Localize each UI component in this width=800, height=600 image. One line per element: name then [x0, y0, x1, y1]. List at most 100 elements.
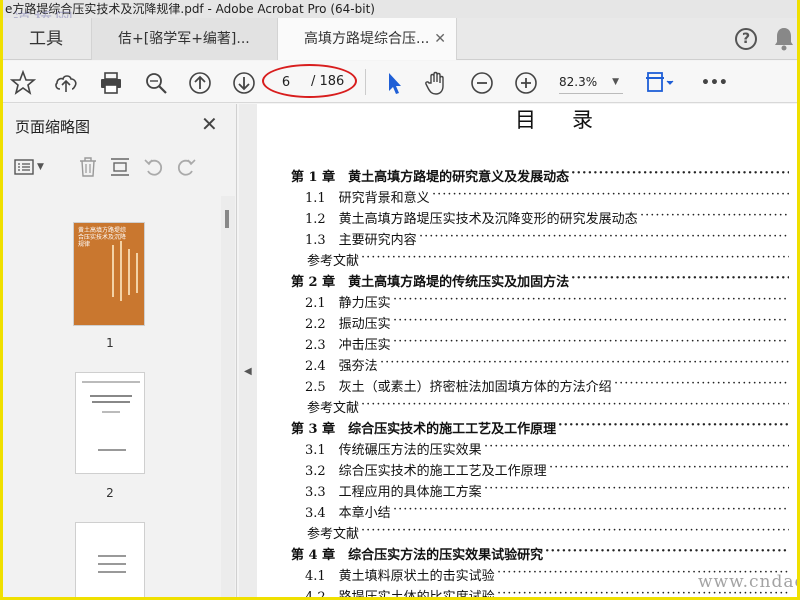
panel-collapse-handle[interactable]: ◀: [239, 104, 257, 597]
rotate-right-icon[interactable]: [175, 156, 197, 178]
dot-leader: ········································…: [380, 355, 789, 370]
tab-label: 佶+[骆学军+编著]...: [118, 31, 250, 47]
tab-tools[interactable]: 工具: [3, 18, 91, 60]
hand-tool-icon[interactable]: [423, 70, 449, 96]
toc-entry[interactable]: 2.1 静力压实 ································…: [257, 292, 797, 313]
help-icon[interactable]: ?: [735, 28, 757, 50]
close-icon[interactable]: ✕: [434, 18, 446, 60]
toc-entry[interactable]: 3.2 综合压实技术的施工工艺及工作原理 ····················…: [257, 460, 797, 481]
toc-label: 第 1 章 黄土高填方路堤的研究意义及发展动态: [291, 170, 570, 185]
toc-entry[interactable]: 1.1 研究背景和意义 ·····························…: [257, 187, 797, 208]
bell-icon[interactable]: [773, 26, 795, 52]
document-view[interactable]: 目录 第 1 章 黄土高填方路堤的研究意义及发展动态 ··············…: [257, 104, 797, 597]
page-thumbnail-2[interactable]: [75, 372, 145, 474]
text-line-placeholder: [98, 571, 126, 573]
select-cursor-icon[interactable]: [381, 70, 407, 96]
dot-leader: ········································…: [393, 292, 789, 307]
toc-entry[interactable]: 2.5 灰土（或素土）挤密桩法加固填方体的方法介绍 ···············…: [257, 376, 797, 397]
dot-leader: ································: [640, 208, 789, 223]
main-toolbar: / 186 82.3% ▼ •••: [3, 61, 797, 103]
scroll-thumb[interactable]: [225, 210, 229, 228]
toc-label: 3.2 综合压实技术的施工工艺及工作原理: [305, 464, 547, 479]
previous-page-icon[interactable]: [187, 70, 213, 96]
tab-bar: 工具 佶+[骆学军+编著]... 高填方路堤综合压... ✕ ?: [3, 18, 797, 60]
chevron-down-icon[interactable]: ▼: [37, 156, 59, 178]
tab-document-1[interactable]: 佶+[骆学军+编著]...: [91, 18, 277, 60]
cover-decoration: [112, 245, 114, 297]
toc-heading: 目录: [515, 108, 629, 132]
trash-icon[interactable]: [77, 156, 99, 178]
toc-entry[interactable]: 1.2 黄土高填方路堤压实技术及沉降变形的研究发展动态 ·············…: [257, 208, 797, 229]
text-line-placeholder: [92, 401, 130, 403]
dot-leader: ········································…: [571, 271, 789, 286]
toc-chapter[interactable]: 第 3 章 综合压实技术的施工工艺及工作原理 ··················…: [257, 418, 797, 439]
toc-label: 2.4 强夯法: [305, 359, 378, 374]
zoom-out-icon[interactable]: [469, 70, 495, 96]
dot-leader: ········································…: [419, 229, 789, 244]
panel-title: 页面缩略图: [15, 118, 91, 136]
cover-decoration: [128, 249, 130, 295]
page-thumbnail-3[interactable]: [75, 522, 145, 597]
toc-label: 2.2 振动压实: [305, 317, 391, 332]
cloud-upload-icon[interactable]: [53, 70, 79, 96]
toc-entry[interactable]: 2.3 冲击压实 ································…: [257, 334, 797, 355]
toc-entry[interactable]: 3.1 传统碾压方法的压实效果 ·························…: [257, 439, 797, 460]
zoom-value: 82.3%: [559, 75, 598, 89]
toc-label: 第 4 章 综合压实方法的压实效果试验研究: [291, 548, 544, 563]
text-line-placeholder: [82, 381, 140, 383]
zoom-level-select[interactable]: 82.3% ▼: [559, 70, 623, 94]
insert-page-icon[interactable]: [109, 156, 131, 178]
toc-label: 参考文献: [307, 527, 360, 542]
tab-label: 高填方路堤综合压...: [304, 31, 430, 47]
toc-label: 2.5 灰土（或素土）挤密桩法加固填方体的方法介绍: [305, 380, 612, 395]
toc-chapter[interactable]: 第 4 章 综合压实方法的压实效果试验研究 ···················…: [257, 544, 797, 565]
tab-document-2[interactable]: 高填方路堤综合压... ✕: [277, 18, 457, 60]
thumbnail-options-icon[interactable]: [13, 156, 35, 178]
chevron-down-icon: ▼: [612, 77, 619, 87]
toc-entry[interactable]: 3.4 本章小结 ································…: [257, 502, 797, 523]
close-icon[interactable]: ✕: [201, 112, 218, 136]
toc-entry[interactable]: 3.3 工程应用的具体施工方案 ·························…: [257, 481, 797, 502]
dot-leader: ········································…: [545, 544, 789, 559]
cover-decoration: [136, 253, 138, 293]
toc-entry[interactable]: 1.3 主要研究内容 ······························…: [257, 229, 797, 250]
toc-label: 1.2 黄土高填方路堤压实技术及沉降变形的研究发展动态: [305, 212, 638, 227]
text-line-placeholder: [98, 563, 126, 565]
dot-leader: ········································…: [393, 334, 789, 349]
dot-leader: ········································…: [361, 250, 789, 265]
toc-label: 第 2 章 黄土高填方路堤的传统压实及加固方法: [291, 275, 570, 290]
page-thumbnail-1[interactable]: 黄土高填方路堤综合压实技术及沉降规律: [73, 222, 145, 326]
toc-label: 1.3 主要研究内容: [305, 233, 417, 248]
thumbnail-list: 黄土高填方路堤综合压实技术及沉降规律 1 2: [3, 196, 221, 597]
toc-label: 参考文献: [307, 254, 360, 269]
dot-leader: ········································…: [558, 418, 789, 433]
toc-chapter[interactable]: 第 1 章 黄土高填方路堤的研究意义及发展动态 ·················…: [257, 166, 797, 187]
star-icon[interactable]: [9, 69, 37, 96]
page-fit-icon[interactable]: [645, 70, 674, 96]
toc-label: 3.4 本章小结: [305, 506, 391, 521]
dot-leader: ········································…: [361, 523, 789, 538]
toc-label: 第 3 章 综合压实技术的施工工艺及工作原理: [291, 422, 557, 437]
toc-entry[interactable]: 参考文献 ····································…: [257, 250, 797, 271]
text-line-placeholder: [98, 555, 126, 557]
next-page-icon[interactable]: [231, 70, 257, 96]
toc-entry[interactable]: 2.4 强夯法 ·································…: [257, 355, 797, 376]
thumbnail-scrollbar[interactable]: [221, 196, 235, 597]
dot-leader: ········································…: [393, 313, 789, 328]
zoom-search-icon[interactable]: [143, 70, 169, 96]
rotate-left-icon[interactable]: [143, 156, 165, 178]
more-options-icon[interactable]: •••: [701, 70, 731, 96]
dot-leader: ········································…: [484, 481, 789, 496]
cover-decoration: [120, 241, 122, 301]
zoom-in-icon[interactable]: [513, 70, 539, 96]
dot-leader: ········································…: [571, 166, 789, 181]
toc-chapter[interactable]: 第 2 章 黄土高填方路堤的传统压实及加固方法 ·················…: [257, 271, 797, 292]
toc-entry[interactable]: 参考文献 ····································…: [257, 523, 797, 544]
toc-label: 2.3 冲击压实: [305, 338, 391, 353]
toc-entry[interactable]: 参考文献 ····································…: [257, 397, 797, 418]
text-line-placeholder: [90, 395, 132, 397]
print-icon[interactable]: [98, 70, 124, 96]
thumbnails-panel: 页面缩略图 ✕ ▼ 黄土高填方路堤综合压实技术及沉降规律 1 2: [3, 104, 237, 597]
toc-label: 4.1 黄土填料原状土的击实试验: [305, 569, 495, 584]
toc-entry[interactable]: 2.2 振动压实 ································…: [257, 313, 797, 334]
